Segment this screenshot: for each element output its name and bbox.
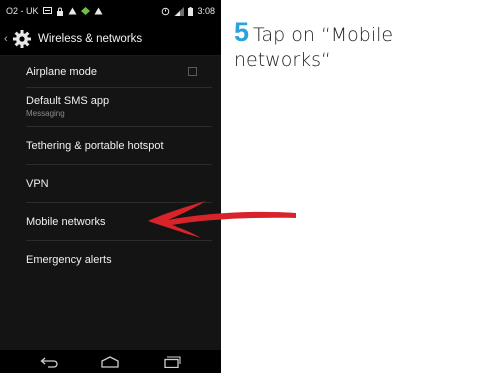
battery-icon (188, 6, 194, 16)
phone-screenshot: O2 - UK 3:08 ‹ Wireless & networks Airpl… (0, 0, 221, 373)
status-time: 3:08 (197, 6, 215, 16)
nav-back-button[interactable] (35, 353, 65, 371)
setting-label: Emergency alerts (26, 253, 112, 266)
setting-emergency-alerts[interactable]: Emergency alerts (0, 241, 221, 278)
home-icon (101, 355, 120, 368)
setting-vpn[interactable]: VPN (0, 165, 221, 202)
app-notification-icon (80, 7, 90, 15)
setting-sublabel: Messaging (26, 109, 65, 118)
nav-recents-button[interactable] (156, 353, 186, 371)
action-bar[interactable]: ‹ Wireless & networks (0, 22, 221, 56)
airplane-mode-checkbox[interactable] (188, 67, 197, 76)
setting-label: Default SMS app (26, 95, 110, 107)
action-bar-title: Wireless & networks (38, 32, 143, 45)
setting-label: Tethering & portable hotspot (26, 140, 164, 152)
message-icon (42, 7, 52, 14)
gear-icon (13, 29, 31, 48)
setting-default-sms-app[interactable]: Default SMS app Messaging (0, 88, 221, 125)
back-chevron-icon[interactable]: ‹ (4, 33, 12, 45)
alarm-icon (162, 7, 170, 15)
lock-icon (56, 7, 63, 16)
alert-triangle-icon-2 (94, 7, 103, 15)
back-arrow-icon (40, 357, 58, 368)
instruction-body: Tap on “Mobile networks“ (234, 24, 394, 71)
navigation-bar (0, 350, 221, 373)
setting-label: Mobile networks (26, 215, 106, 228)
status-bar: O2 - UK 3:08 (0, 0, 221, 22)
alert-triangle-icon (68, 7, 77, 15)
settings-list: Airplane mode Default SMS app Messaging … (0, 56, 221, 350)
setting-label: Airplane mode (26, 65, 97, 78)
setting-label: VPN (26, 177, 49, 190)
setting-airplane-mode[interactable]: Airplane mode (0, 56, 221, 87)
nav-home-button[interactable] (95, 353, 125, 371)
signal-icon (174, 6, 185, 16)
step-number: 5 (234, 17, 250, 47)
recent-apps-icon (164, 355, 181, 368)
instruction-text: 5 Tap on “Mobile networks“ (234, 17, 479, 73)
setting-tethering-hotspot[interactable]: Tethering & portable hotspot (0, 127, 221, 165)
carrier-label: O2 - UK (6, 6, 39, 16)
setting-mobile-networks[interactable]: Mobile networks (0, 203, 221, 240)
